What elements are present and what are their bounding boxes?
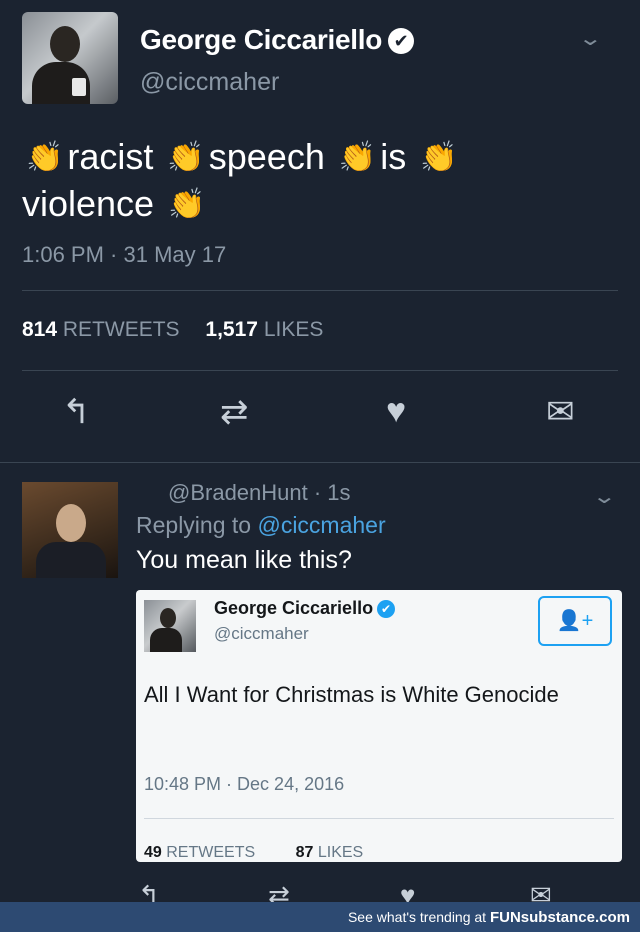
tweet-text: 👏 racist 👏 speech 👏 is 👏 violence 👏: [22, 134, 582, 228]
tweet-timestamp[interactable]: 1:06 PM · 31 May 17: [22, 242, 226, 268]
divider: [144, 818, 614, 819]
footer-prefix: See what's trending at: [347, 909, 487, 925]
embedded-tweet-timestamp: 10:48 PM · Dec 24, 2016: [144, 774, 345, 794]
author-name[interactable]: George Ciccariello ✔: [140, 24, 415, 56]
embedded-likes-label: LIKES: [317, 844, 364, 861]
follow-user-icon: 👤+: [538, 596, 612, 646]
retweets-count[interactable]: 814: [22, 318, 57, 341]
footer-banner[interactable]: See what's trending at FUNsubstance.com: [0, 902, 640, 932]
replying-to-label: Replying to: [136, 512, 252, 538]
embedded-author-name-text: George Ciccariello: [214, 598, 374, 618]
verified-badge-icon: ✔: [388, 28, 415, 54]
embedded-retweets-count: 49: [144, 844, 162, 861]
verified-badge-icon: ✔: [377, 600, 396, 618]
footer-brand[interactable]: FUNsubstance.com: [490, 909, 630, 926]
retweets-label[interactable]: RETWEETS: [63, 318, 180, 341]
tweet-word: violence: [22, 183, 155, 224]
like-icon[interactable]: ♥: [386, 392, 406, 431]
embedded-retweets-label: RETWEETS: [166, 844, 256, 861]
clap-emoji-icon: 👏: [167, 141, 205, 174]
author-avatar[interactable]: [22, 12, 118, 104]
embedded-tweet-image[interactable]: George Ciccariello ✔ @ciccmaher 👤+ All I …: [136, 590, 622, 862]
author-handle[interactable]: @ciccmaher: [140, 68, 279, 97]
direct-message-icon[interactable]: ✉: [546, 392, 575, 432]
tweet-word: racist: [67, 136, 154, 177]
clap-emoji-icon: 👏: [338, 141, 377, 174]
embedded-author-avatar: [144, 600, 196, 652]
clap-emoji-icon: 👏: [168, 188, 206, 221]
embedded-tweet-text: All I Want for Christmas is White Genoci…: [144, 682, 559, 707]
tweet-stats: 814 RETWEETS 1,517 LIKES: [22, 318, 343, 342]
clap-emoji-icon: 👏: [26, 141, 64, 174]
tweet-word: speech: [208, 136, 325, 177]
tweet-word: is: [380, 136, 407, 177]
embedded-likes-count: 87: [295, 844, 314, 861]
retweet-icon[interactable]: ⇄: [220, 392, 249, 432]
likes-count[interactable]: 1,517: [205, 318, 258, 341]
chevron-down-icon[interactable]: ⌄: [592, 484, 617, 509]
embedded-author-handle: @ciccmaher: [214, 624, 309, 643]
footer-text[interactable]: See what's trending at FUNsubstance.com: [348, 909, 630, 926]
divider: [22, 290, 618, 291]
replying-to-mention[interactable]: @ciccmaher: [257, 512, 385, 538]
replying-to: Replying to @ciccmaher: [136, 512, 386, 539]
reply-icon[interactable]: ↰: [62, 392, 91, 432]
clap-emoji-icon: 👏: [420, 141, 458, 174]
reply-text: You mean like this?: [136, 546, 352, 574]
likes-label[interactable]: LIKES: [264, 318, 324, 341]
embedded-tweet-stats: 49 RETWEETS 87 LIKES: [144, 844, 399, 862]
author-name-text[interactable]: George Ciccariello: [140, 24, 382, 55]
divider: [0, 462, 640, 463]
reply-author-handle[interactable]: @BradenHunt · 1s: [168, 480, 351, 506]
divider: [22, 370, 618, 371]
chevron-down-icon[interactable]: ⌄: [578, 26, 603, 51]
embedded-author-name: George Ciccariello ✔: [214, 598, 396, 619]
reply-author-avatar[interactable]: [22, 482, 118, 578]
